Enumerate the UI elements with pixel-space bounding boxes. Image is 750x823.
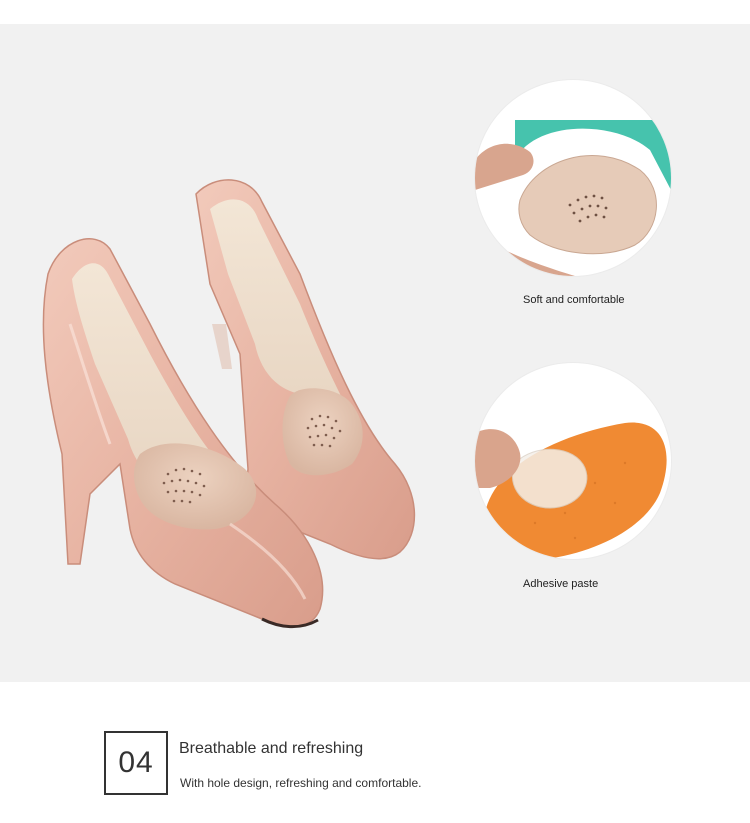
feature-number-box: 04 xyxy=(104,731,168,795)
hero-panel: Soft and comfortable Adhesive paste xyxy=(0,24,750,682)
shoes-illustration xyxy=(42,179,416,629)
caption-adhesive: Adhesive paste xyxy=(523,578,599,590)
detail-circle-adhesive xyxy=(475,363,671,559)
soft-pad-illustration xyxy=(475,120,671,276)
feature-description: With hole design, refreshing and comfort… xyxy=(180,776,422,790)
detail-circle-soft xyxy=(475,80,671,276)
feature-title: Breathable and refreshing xyxy=(179,740,364,757)
adhesive-pad-illustration xyxy=(475,422,667,559)
caption-soft: Soft and comfortable xyxy=(523,294,625,306)
